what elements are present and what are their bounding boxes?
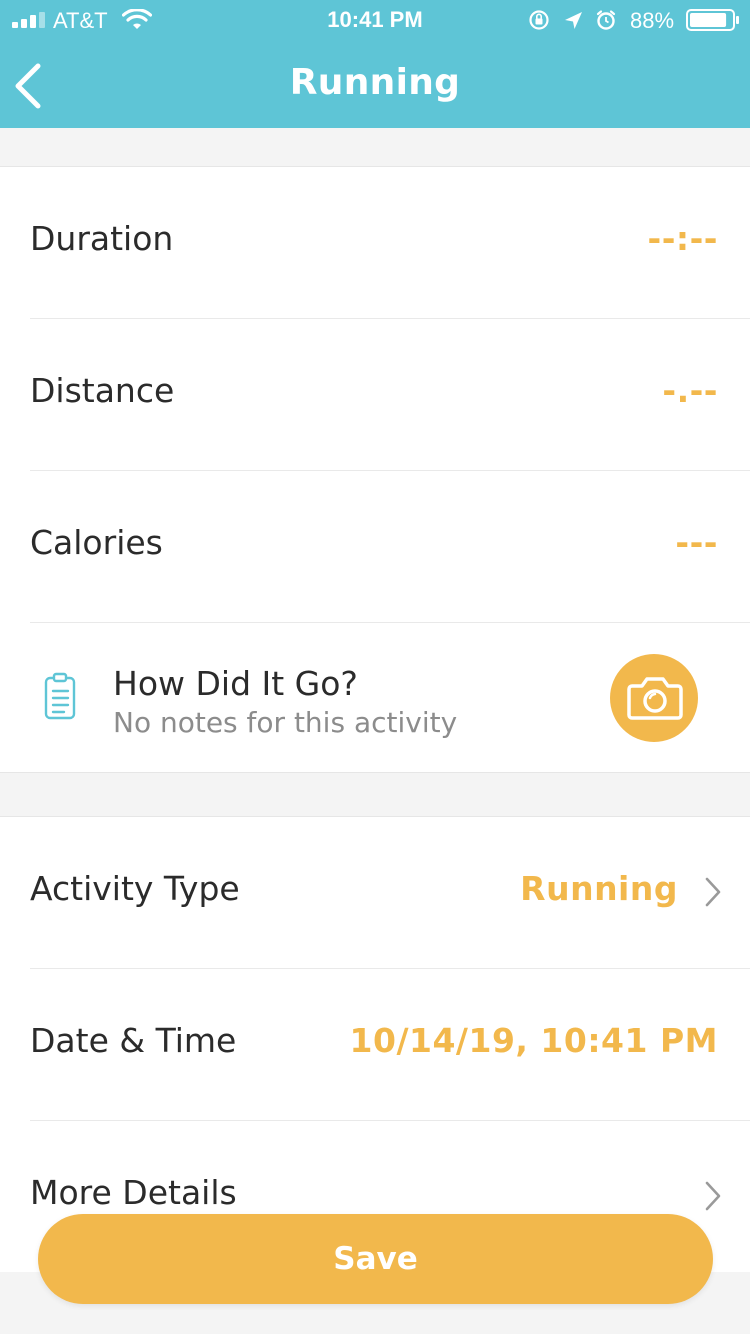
notes-subtitle: No notes for this activity [113,706,458,739]
chevron-right-icon [705,1181,721,1211]
distance-label: Distance [30,371,175,410]
orientation-lock-icon [529,10,549,30]
calories-label: Calories [30,523,163,562]
chevron-right-icon [705,877,721,907]
metrics-section: Duration --:-- Distance -.-- Calories --… [0,166,750,773]
duration-value[interactable]: --:-- [648,219,718,258]
battery-percent: 88% [630,8,675,33]
header: AT&T 10:41 PM 88% Running [0,0,750,128]
activity-type-value: Running [520,869,678,908]
status-icons [529,10,616,30]
distance-value[interactable]: -.-- [662,371,718,410]
calories-row[interactable]: Calories --- [30,471,750,623]
duration-label: Duration [30,219,174,258]
save-button[interactable]: Save [38,1214,713,1304]
distance-row[interactable]: Distance -.-- [30,319,750,471]
status-bar: AT&T 10:41 PM 88% [0,0,750,40]
page-title: Running [289,62,461,103]
more-details-label: More Details [30,1173,237,1212]
location-arrow-icon [565,12,582,29]
activity-type-row[interactable]: Activity Type Running [30,817,750,969]
notes-title: How Did It Go? [113,664,358,703]
alarm-icon [596,10,616,30]
camera-icon [627,677,683,720]
battery-icon [686,9,739,31]
date-time-row[interactable]: Date & Time 10/14/19, 10:41 PM [30,969,750,1121]
clipboard-icon [44,672,76,720]
notes-row[interactable]: How Did It Go? No notes for this activit… [30,622,750,774]
add-photo-button[interactable] [610,654,698,742]
details-section: Activity Type Running Date & Time 10/14/… [0,816,750,1272]
date-time-label: Date & Time [30,1021,237,1060]
date-time-value[interactable]: 10/14/19, 10:41 PM [350,1021,718,1060]
calories-value[interactable]: --- [675,523,718,562]
nav-bar: Running [0,40,750,128]
duration-row[interactable]: Duration --:-- [30,167,750,319]
activity-type-label: Activity Type [30,869,240,908]
